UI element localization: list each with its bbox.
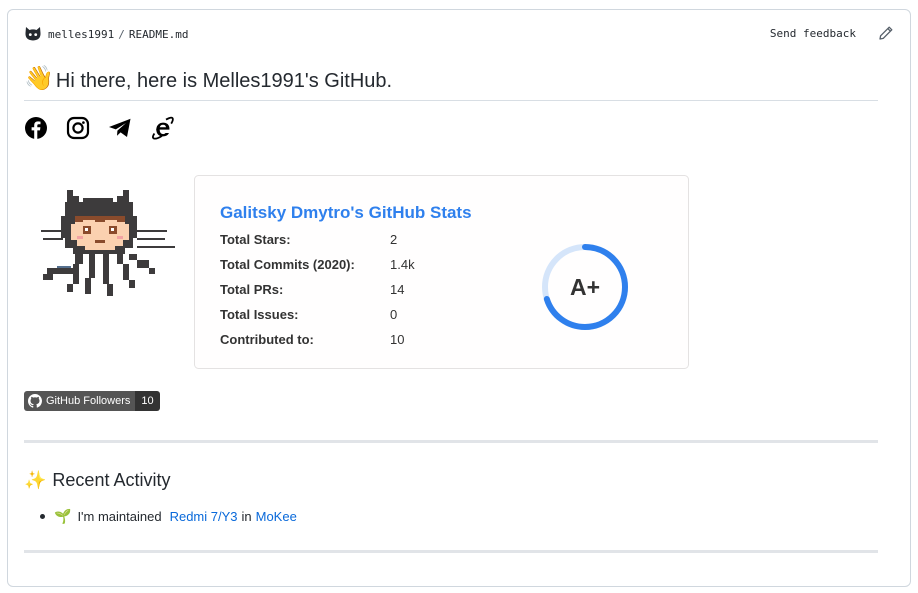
octocat-pixel-art-image [41, 190, 175, 296]
github-icon [28, 394, 42, 408]
stat-value-issues: 0 [390, 307, 398, 322]
stats-title: Galitsky Dmytro's GitHub Stats [220, 203, 472, 222]
activity-connector: in [241, 509, 252, 524]
internet-explorer-icon [152, 116, 174, 140]
activity-title: Recent Activity [52, 470, 171, 490]
stat-value-stars: 2 [390, 232, 398, 247]
telegram-icon [109, 118, 131, 137]
github-followers-badge[interactable]: GitHub Followers 10 [24, 391, 160, 411]
badge-count: 10 [135, 391, 160, 411]
breadcrumb: melles1991 / README.md [24, 26, 188, 42]
social-links [24, 116, 174, 140]
breadcrumb-separator: / [118, 27, 125, 41]
owner-link[interactable]: melles1991 [48, 28, 114, 41]
stat-label-issues: Total Issues: [220, 307, 299, 322]
file-name: README.md [128, 27, 189, 41]
list-bullet [40, 514, 45, 519]
instagram-link[interactable] [66, 116, 90, 140]
internet-explorer-link[interactable] [150, 116, 174, 140]
recent-activity-heading: ✨ Recent Activity [24, 470, 170, 491]
facebook-link[interactable] [24, 116, 48, 140]
seedling-emoji: 🌱 [54, 508, 72, 524]
activity-text: I'm maintained [77, 509, 162, 524]
readme-title: 👋 Hi there, here is Melles1991's GitHub. [24, 64, 392, 94]
device-link[interactable]: Redmi 7/Y3 [170, 509, 238, 524]
mokee-link[interactable]: MoKee [256, 509, 297, 524]
stat-label-contributed: Contributed to: [220, 332, 314, 347]
activity-list-item: 🌱 I'm maintained Redmi 7/Y3 in MoKee [40, 508, 297, 525]
readme-header: melles1991 / README.md Send feedback [24, 26, 894, 42]
instagram-icon [66, 116, 90, 140]
section-divider [24, 440, 878, 443]
stat-label-prs: Total PRs: [220, 282, 284, 297]
rank-circle: A+ [542, 244, 628, 330]
facebook-icon [25, 117, 47, 139]
octocat-icon [25, 27, 41, 41]
telegram-link[interactable] [108, 116, 132, 140]
stat-label-stars: Total Stars: [220, 232, 291, 247]
pencil-icon[interactable] [878, 25, 894, 41]
github-stats-card[interactable]: Galitsky Dmytro's GitHub Stats Total Sta… [194, 175, 689, 369]
waving-hand-emoji: 👋 [24, 65, 54, 92]
stat-value-contributed: 10 [390, 332, 405, 347]
badge-label: GitHub Followers [46, 395, 131, 407]
stat-value-prs: 14 [390, 282, 405, 297]
stat-value-commits: 1.4k [390, 257, 415, 272]
title-divider [24, 100, 878, 101]
sparkles-emoji: ✨ [24, 470, 47, 490]
send-feedback-link[interactable]: Send feedback [770, 27, 856, 40]
stat-label-commits: Total Commits (2020): [220, 257, 355, 272]
badge-label-section: GitHub Followers [24, 391, 136, 411]
bottom-divider [24, 550, 878, 553]
rank-grade: A+ [570, 274, 600, 300]
page-title: Hi there, here is Melles1991's GitHub. [55, 70, 393, 92]
